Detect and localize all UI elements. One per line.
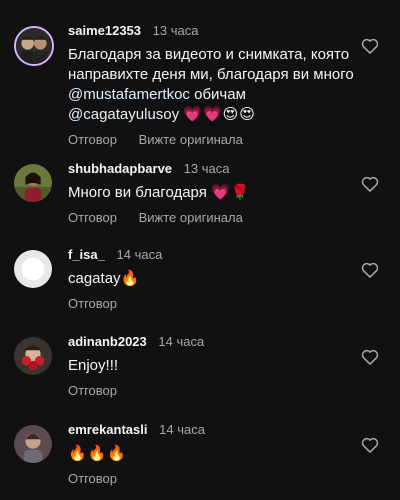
see-original-button[interactable]: Вижте оригинала bbox=[139, 210, 243, 225]
username[interactable]: f_isa_ bbox=[68, 247, 105, 262]
comment-text-part: cagatay bbox=[68, 270, 121, 287]
timestamp: 14 часа bbox=[158, 334, 205, 349]
username[interactable]: shubhadapbarve bbox=[68, 161, 172, 176]
comment-text: cagatay🔥 bbox=[68, 269, 356, 289]
heart-outline-icon bbox=[361, 349, 379, 365]
timestamp: 14 часа bbox=[159, 422, 205, 437]
comment-text: 🔥🔥🔥 bbox=[68, 444, 356, 464]
comment-text-part: Благодаря за видеото и снимката, която н… bbox=[68, 46, 354, 83]
emoji-text: 🔥 bbox=[120, 270, 141, 287]
avatar-photo bbox=[14, 164, 52, 202]
avatar[interactable] bbox=[14, 250, 52, 288]
avatar-photo bbox=[14, 337, 52, 375]
avatar[interactable] bbox=[14, 164, 52, 202]
avatar-photo bbox=[14, 425, 52, 463]
see-original-button[interactable]: Вижте оригинала bbox=[139, 132, 243, 147]
heart-outline-icon bbox=[361, 176, 379, 192]
like-button[interactable] bbox=[360, 174, 380, 194]
heart-outline-icon bbox=[361, 262, 379, 278]
comment-text: Благодаря за видеото и снимката, която н… bbox=[68, 45, 356, 125]
heart-outline-icon bbox=[361, 437, 379, 453]
avatar[interactable] bbox=[14, 425, 52, 463]
emoji-text: 💗💗😍😍 bbox=[183, 106, 256, 123]
avatar[interactable] bbox=[14, 26, 54, 66]
reply-button[interactable]: Отговор bbox=[68, 296, 117, 311]
timestamp: 13 часа bbox=[152, 23, 199, 38]
timestamp: 13 часа bbox=[183, 161, 230, 176]
avatar[interactable] bbox=[14, 337, 52, 375]
heart-outline-icon bbox=[361, 38, 379, 54]
comment-text-part: Много ви благодаря bbox=[68, 184, 212, 201]
comment-text-part: обичам bbox=[189, 86, 246, 103]
reply-button[interactable]: Отговор bbox=[68, 210, 117, 225]
emoji-text: 🔥🔥🔥 bbox=[68, 445, 128, 462]
default-avatar-icon bbox=[14, 250, 52, 288]
mention-link[interactable]: @mustafamertkoc bbox=[68, 86, 190, 103]
timestamp: 14 часа bbox=[116, 247, 163, 262]
comment-text: Enjoy!!! bbox=[68, 357, 119, 374]
username[interactable]: saime12353 bbox=[68, 23, 141, 38]
emoji-text: 💗🌹 bbox=[211, 184, 251, 201]
avatar-photo bbox=[16, 28, 52, 64]
like-button[interactable] bbox=[360, 36, 380, 56]
mention-link[interactable]: @cagatayulusoy bbox=[68, 106, 179, 123]
like-button[interactable] bbox=[360, 260, 380, 280]
reply-button[interactable]: Отговор bbox=[68, 471, 117, 486]
like-button[interactable] bbox=[360, 435, 380, 455]
reply-button[interactable]: Отговор bbox=[68, 132, 117, 147]
comment-text: Много ви благодаря 💗🌹 bbox=[68, 183, 356, 203]
like-button[interactable] bbox=[360, 347, 380, 367]
reply-button[interactable]: Отговор bbox=[68, 383, 117, 398]
username[interactable]: emrekantasli bbox=[68, 422, 148, 437]
username[interactable]: adinanb2023 bbox=[68, 334, 147, 349]
